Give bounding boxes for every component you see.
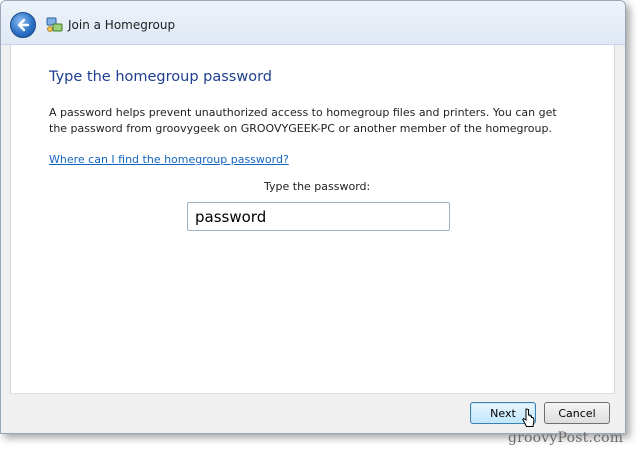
homegroup-icon: [46, 17, 63, 32]
description-text: A password helps prevent unauthorized ac…: [49, 106, 557, 135]
back-button[interactable]: [10, 12, 36, 38]
main-content: Type the homegroup password A password h…: [10, 45, 615, 393]
back-arrow-icon: [17, 18, 30, 32]
join-homegroup-window: Join a Homegroup Type the homegroup pass…: [0, 0, 626, 434]
page-heading: Type the homegroup password: [49, 69, 272, 85]
password-input[interactable]: [187, 202, 450, 231]
window-title: Join a Homegroup: [68, 18, 176, 32]
password-label: Type the password:: [264, 180, 371, 193]
title-bar: Join a Homegroup: [1, 1, 625, 45]
help-link[interactable]: Where can I find the homegroup password?: [49, 153, 289, 166]
cancel-button[interactable]: Cancel: [544, 402, 610, 424]
mouse-pointer-icon: [522, 408, 535, 427]
watermark: groovyPost.com: [508, 430, 624, 446]
